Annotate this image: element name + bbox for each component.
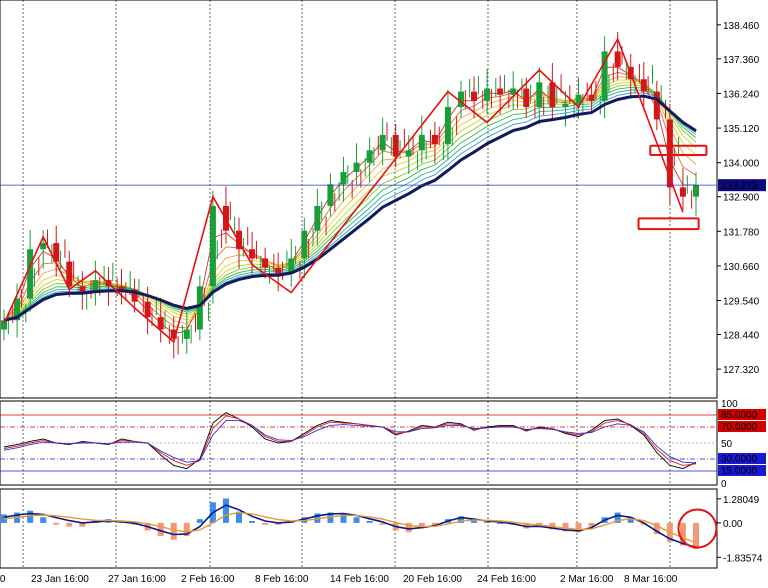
macd-histogram-bar xyxy=(262,522,269,525)
candle-body xyxy=(484,88,491,101)
candle-body xyxy=(431,134,438,145)
candle-body xyxy=(314,205,321,231)
macd-histogram-bar xyxy=(196,519,203,523)
candle-body xyxy=(118,286,125,290)
stochastic-panel xyxy=(0,400,718,486)
macd-panel xyxy=(0,488,718,569)
candle-body xyxy=(40,243,47,250)
candle-body xyxy=(183,329,190,339)
candle-body xyxy=(196,286,203,330)
time-tick-label: 23 Jan 16:00 xyxy=(31,574,89,585)
candle-body xyxy=(249,249,256,259)
price-tick-label: 131.780 xyxy=(723,227,760,238)
time-tick-label: 27 Jan 16:00 xyxy=(108,574,166,585)
candle-body xyxy=(27,249,34,299)
candle-body xyxy=(379,134,386,151)
time-tick-label: 8 Feb 16:00 xyxy=(255,574,309,585)
stochastic-tick-label: 50 xyxy=(721,439,733,450)
macd-panel-frame xyxy=(0,488,718,569)
price-axis: 138.460 137.360 136.240 135.120 134.000 132.9… xyxy=(717,21,760,376)
candle-body xyxy=(549,82,556,108)
candle-body xyxy=(614,51,621,67)
candle-body xyxy=(392,134,399,157)
macd-tick-label: 1.28049 xyxy=(723,495,760,506)
main-panel-frame xyxy=(0,0,718,399)
candle-body xyxy=(497,88,504,95)
candle-body xyxy=(353,162,360,172)
macd-histogram-bar xyxy=(693,522,699,550)
macd-tick-label: -1.83574 xyxy=(723,553,763,564)
price-tick-label: 138.460 xyxy=(723,21,760,32)
macd-histogram-bar xyxy=(366,521,373,523)
macd-histogram-bar xyxy=(66,522,73,527)
candle-body xyxy=(209,205,216,287)
candle-body xyxy=(444,107,451,145)
stochastic-level-label: 15.0000 xyxy=(721,466,758,477)
candle-body xyxy=(588,94,595,101)
candle-body xyxy=(562,103,569,108)
candle-body xyxy=(366,150,373,163)
stochastic-level-label: 70.0000 xyxy=(721,422,758,433)
price-tick-label: 129.540 xyxy=(723,297,760,308)
time-tick-label: 8 Mar 16:00 xyxy=(624,574,678,585)
time-tick-label: 6:00 xyxy=(0,574,6,585)
trading-chart: 138.460 137.360 136.240 135.120 134.000 132.9… xyxy=(0,0,766,585)
macd-axis: 1.28049 0.00 -1.83574 xyxy=(717,495,763,564)
time-tick-label: 20 Feb 16:00 xyxy=(403,574,462,585)
candle-body xyxy=(640,79,647,92)
macd-histogram-bar xyxy=(405,522,412,533)
macd-histogram-bar xyxy=(27,510,34,523)
candle-body xyxy=(66,261,73,287)
macd-histogram-bar xyxy=(53,522,60,525)
macd-histogram-bar xyxy=(353,517,360,523)
candle-body xyxy=(679,187,686,197)
current-price-tag: 133.273 xyxy=(718,179,766,192)
macd-histogram-bar xyxy=(170,522,177,540)
macd-histogram-bar xyxy=(249,521,256,523)
macd-histogram-bar xyxy=(484,521,491,523)
time-tick-label: 2 Mar 16:00 xyxy=(560,574,614,585)
price-tick-label: 127.320 xyxy=(723,365,760,376)
price-tick-label: 128.440 xyxy=(723,331,760,342)
current-price-tag-label: 133.273 xyxy=(721,181,758,192)
candle-body xyxy=(262,258,269,268)
candle-body xyxy=(301,230,308,259)
price-tick-label: 130.660 xyxy=(723,262,760,273)
time-tick-label: 14 Feb 16:00 xyxy=(330,574,389,585)
candle-body xyxy=(144,301,151,318)
stochastic-level-label: 85.0000 xyxy=(721,410,758,421)
time-axis: 6:00 23 Jan 16:00 27 Jan 16:00 2 Feb 16:00 8… xyxy=(0,574,678,585)
stochastic-level-label: 30.0000 xyxy=(721,454,758,465)
candle-body xyxy=(327,184,334,206)
price-tick-label: 134.000 xyxy=(723,159,760,170)
price-tick-label: 132.900 xyxy=(723,193,760,204)
candle-body xyxy=(653,91,660,120)
macd-tick-label: 0.00 xyxy=(723,519,743,530)
stochastic-tick-label: 0 xyxy=(721,479,727,490)
time-tick-label: 2 Feb 16:00 xyxy=(181,574,235,585)
candle-body xyxy=(340,171,347,185)
price-tick-label: 135.120 xyxy=(723,124,760,135)
candle-body xyxy=(523,88,530,108)
stochastic-axis: 10085.000070.0000 50 30.000015.0000 0 xyxy=(718,399,766,490)
stochastic-tick-label: 100 xyxy=(721,399,738,410)
macd-histogram-bar xyxy=(40,517,47,523)
candle-body xyxy=(275,267,282,274)
candle-body xyxy=(471,91,478,101)
candle-body xyxy=(405,150,412,157)
macd-histogram-bar xyxy=(222,498,229,523)
price-tick-label: 137.360 xyxy=(723,55,760,66)
time-tick-label: 24 Feb 16:00 xyxy=(477,574,536,585)
candle-body xyxy=(536,82,543,108)
price-tick-label: 136.240 xyxy=(723,89,760,100)
candle-body xyxy=(418,134,425,151)
main-panel xyxy=(0,0,718,399)
candle-body xyxy=(693,185,699,197)
